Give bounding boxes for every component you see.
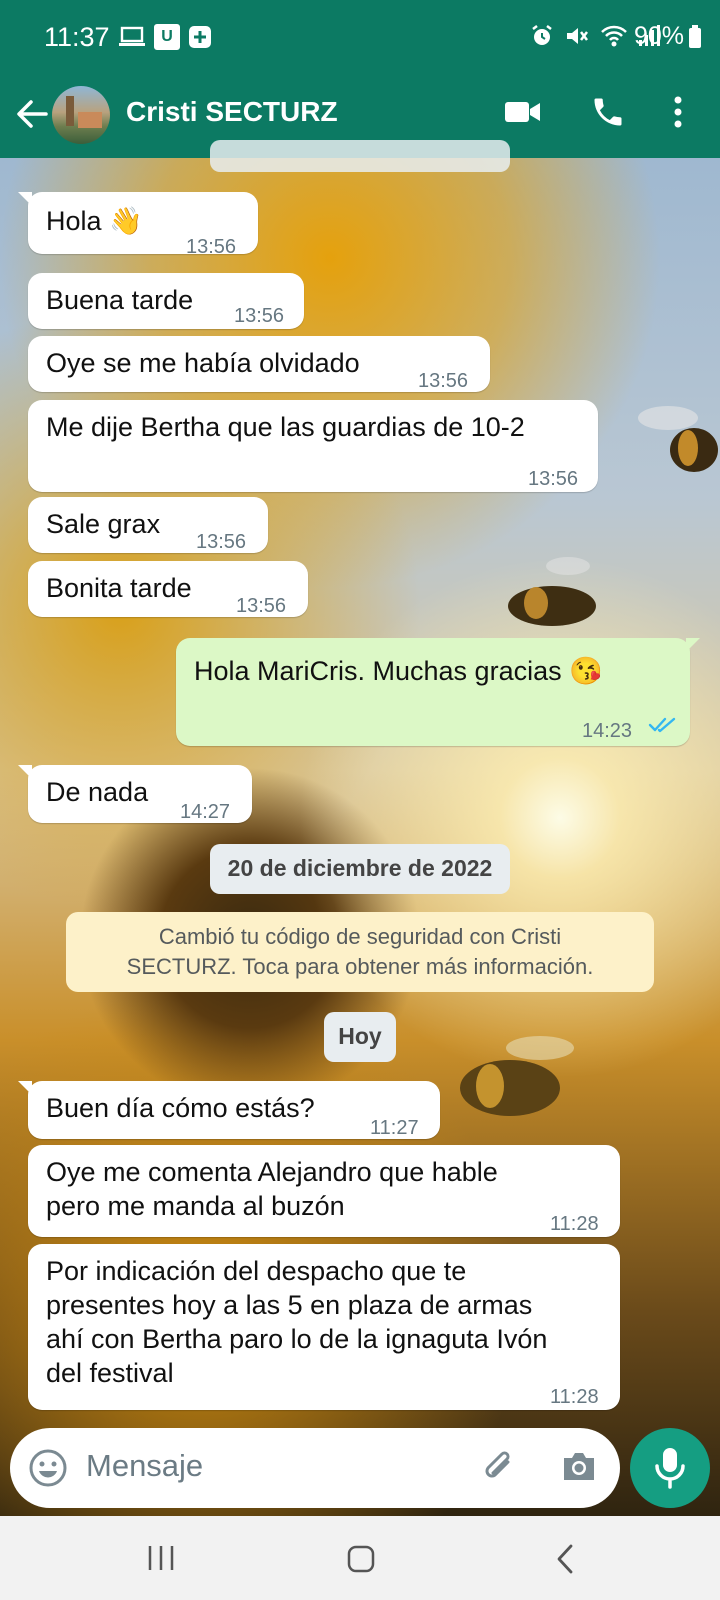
message-time: 13:56 xyxy=(186,236,237,258)
message-text: Por indicación del despacho que te prese… xyxy=(46,1256,548,1388)
battery-indicator: 90% xyxy=(634,22,702,51)
message-text: Oye me comenta Alejandro que hable pero … xyxy=(46,1157,498,1221)
bee-decoration-icon xyxy=(508,557,596,626)
message-text: Bonita tarde xyxy=(46,573,192,603)
date-separator: 20 de diciembre de 2022 xyxy=(210,844,510,894)
plus-icon xyxy=(189,26,211,48)
system-navigation-bar xyxy=(0,1516,720,1600)
message-time: 11:28 xyxy=(550,1386,599,1408)
message-bubble-outgoing[interactable]: Hola MariCris. Muchas gracias 😘 14:23 xyxy=(176,638,700,746)
status-bar: 11:37 U 90% xyxy=(0,0,720,78)
alarm-icon xyxy=(532,25,552,45)
message-bubble-incoming[interactable]: Por indicación del despacho que te prese… xyxy=(28,1244,620,1410)
message-text: De nada xyxy=(46,777,149,807)
laptop-icon xyxy=(119,26,145,46)
battery-percent: 90% xyxy=(633,22,684,50)
phone-call-icon[interactable] xyxy=(590,94,626,130)
wifi-icon xyxy=(601,25,627,47)
avatar[interactable] xyxy=(52,86,110,144)
back-arrow-icon[interactable] xyxy=(14,96,50,132)
message-bubble-incoming[interactable]: Oye se me había olvidado 13:56 xyxy=(28,336,490,392)
date-separator: Hoy xyxy=(324,1012,396,1062)
message-bubble-incoming[interactable]: Sale grax 13:56 xyxy=(28,497,268,553)
message-time: 14:23 xyxy=(582,720,633,742)
system-message-text: Cambió tu código de seguridad con Cristi… xyxy=(126,924,594,979)
message-time: 13:56 xyxy=(418,370,469,392)
message-bubble-incoming[interactable]: Bonita tarde 13:56 xyxy=(28,561,308,617)
message-text: Hola 👋 xyxy=(46,206,143,236)
video-call-icon[interactable] xyxy=(504,98,542,126)
message-composer[interactable]: Mensaje xyxy=(10,1428,620,1508)
message-text: Hola MariCris. Muchas gracias 😘 xyxy=(194,656,603,686)
message-text: Sale grax xyxy=(46,509,161,539)
u-app-icon: U xyxy=(154,24,180,50)
overflow-menu-icon[interactable] xyxy=(670,92,686,132)
message-bubble-incoming[interactable]: Hola 👋 13:56 xyxy=(18,192,258,258)
message-bubble-incoming[interactable]: Me dije Bertha que las guardias de 10-2 … xyxy=(28,400,598,492)
message-bubble-incoming[interactable]: Oye me comenta Alejandro que hable pero … xyxy=(28,1145,620,1237)
emoji-icon[interactable] xyxy=(28,1448,68,1488)
message-text: Oye se me había olvidado xyxy=(46,348,360,378)
message-text: Buena tarde xyxy=(46,285,194,315)
message-time: 14:27 xyxy=(180,801,231,823)
message-time: 13:56 xyxy=(196,531,247,553)
back-icon[interactable] xyxy=(554,1544,576,1574)
microphone-icon xyxy=(655,1448,685,1489)
message-bubble-incoming[interactable]: Buen día cómo estás? 11:27 xyxy=(18,1081,440,1139)
message-bubble-incoming[interactable]: Buena tarde 13:56 xyxy=(28,273,304,329)
status-left-icons: U xyxy=(118,24,212,50)
message-time: 11:28 xyxy=(550,1213,599,1235)
recent-apps-icon[interactable] xyxy=(146,1544,176,1572)
bee-decoration-icon xyxy=(460,1036,574,1116)
security-code-notice[interactable]: Cambió tu código de seguridad con Cristi… xyxy=(66,912,654,992)
read-receipt-icon xyxy=(648,717,676,733)
date-chip-partial xyxy=(210,140,510,172)
home-icon[interactable] xyxy=(346,1544,376,1574)
message-time: 11:27 xyxy=(370,1117,419,1139)
attach-icon[interactable] xyxy=(480,1448,520,1488)
message-time: 13:56 xyxy=(528,468,579,490)
message-text: Me dije Bertha que las guardias de 10-2 xyxy=(46,412,525,442)
message-text: Buen día cómo estás? xyxy=(46,1093,315,1123)
mute-icon xyxy=(567,28,588,44)
message-time: 13:56 xyxy=(236,595,287,617)
message-bubble-incoming[interactable]: De nada 14:27 xyxy=(18,765,252,823)
battery-icon xyxy=(689,24,701,48)
message-input[interactable]: Mensaje xyxy=(86,1448,203,1484)
status-time: 11:37 xyxy=(44,22,110,52)
bee-decoration-icon xyxy=(638,406,718,472)
camera-icon[interactable] xyxy=(560,1450,598,1484)
voice-message-button[interactable] xyxy=(630,1428,710,1508)
contact-name[interactable]: Cristi SECTURZ xyxy=(126,96,338,128)
message-time: 13:56 xyxy=(234,305,285,327)
